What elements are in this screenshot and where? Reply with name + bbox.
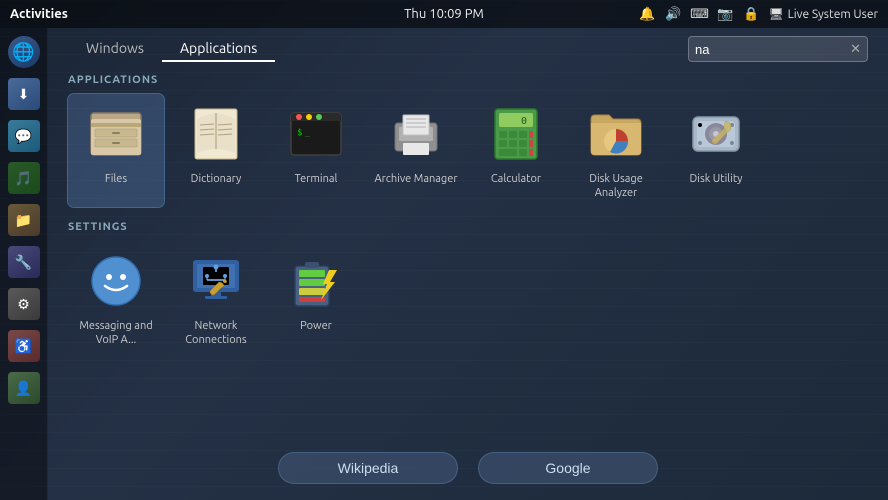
sidebar-item-user[interactable]: 👤 bbox=[4, 368, 44, 408]
tab-applications[interactable]: Applications bbox=[162, 36, 275, 62]
archive-icon-svg bbox=[387, 105, 445, 163]
preferences-icon: ⚙ bbox=[8, 288, 40, 320]
app-calculator[interactable]: 0 Calculator bbox=[468, 94, 564, 207]
applications-section-label: APPLICATIONS bbox=[68, 74, 868, 86]
app-power[interactable]: Power bbox=[268, 241, 364, 354]
power-icon-svg bbox=[287, 252, 345, 310]
disk-utility-icon-wrap bbox=[684, 102, 748, 166]
username: Live System User bbox=[788, 8, 878, 21]
tab-windows[interactable]: Windows bbox=[68, 36, 162, 62]
network-label: Network Connections bbox=[172, 319, 260, 348]
disk-utility-icon-svg bbox=[687, 105, 745, 163]
app-terminal[interactable]: $ _ Terminal bbox=[268, 94, 364, 207]
voip-icon-wrap bbox=[84, 249, 148, 313]
topbar-right: 🔔 🔊 ⌨ 📷 🔒 🖥 Live System User bbox=[638, 5, 878, 23]
files-label: Files bbox=[105, 172, 127, 186]
app-network[interactable]: Network Connections bbox=[168, 241, 264, 354]
files-icon-svg bbox=[87, 105, 145, 163]
sidebar-item-files[interactable]: 📁 bbox=[4, 200, 44, 240]
topbar: Activities Thu 10:09 PM 🔔 🔊 ⌨ 📷 🔒 🖥 Live… bbox=[0, 0, 888, 28]
sidebar-item-media[interactable]: 🎵 bbox=[4, 158, 44, 198]
sidebar-item-accessibility[interactable]: ♿ bbox=[4, 326, 44, 366]
volume-icon[interactable]: 🔊 bbox=[664, 5, 682, 23]
social-icon: 💬 bbox=[8, 120, 40, 152]
search-clear-button[interactable]: ✕ bbox=[846, 42, 861, 57]
voip-icon-svg bbox=[87, 252, 145, 310]
utilities-icon: 🔧 bbox=[8, 246, 40, 278]
svg-text:0: 0 bbox=[521, 116, 527, 127]
sidebar-item-downloader[interactable]: ⬇ bbox=[4, 74, 44, 114]
user-icon2: 👤 bbox=[8, 372, 40, 404]
search-input[interactable] bbox=[695, 42, 846, 57]
sidebar-item-browser[interactable]: 🌐 bbox=[4, 32, 44, 72]
power-label: Power bbox=[300, 319, 332, 333]
network-icon-wrap bbox=[184, 249, 248, 313]
keyboard-icon[interactable]: ⌨ bbox=[690, 5, 708, 23]
svg-text:$: $ bbox=[297, 128, 302, 138]
calculator-icon-wrap: 0 bbox=[484, 102, 548, 166]
applications-grid: Files Dictionary bbox=[68, 94, 868, 207]
camera-icon[interactable]: 📷 bbox=[716, 5, 734, 23]
app-archive-manager[interactable]: Archive Manager bbox=[368, 94, 464, 207]
archive-icon-wrap bbox=[384, 102, 448, 166]
browser-icon: 🌐 bbox=[8, 36, 40, 68]
disk-usage-icon-svg bbox=[587, 105, 645, 163]
datetime: Thu 10:09 PM bbox=[404, 7, 484, 21]
terminal-label: Terminal bbox=[295, 172, 338, 186]
disk-usage-icon-wrap bbox=[584, 102, 648, 166]
settings-section-label: SETTINGS bbox=[68, 221, 868, 233]
sidebar-item-preferences[interactable]: ⚙ bbox=[4, 284, 44, 324]
network-icon-svg bbox=[187, 252, 245, 310]
calculator-label: Calculator bbox=[491, 172, 541, 186]
dictionary-label: Dictionary bbox=[191, 172, 242, 186]
downloader-icon: ⬇ bbox=[8, 78, 40, 110]
main-content: Windows Applications ✕ APPLICATIONS bbox=[48, 28, 888, 500]
settings-grid: Messaging and VoIP A... bbox=[68, 241, 868, 354]
notification-icon[interactable]: 🔔 bbox=[638, 5, 656, 23]
sidebar: 🌐 ⬇ 💬 🎵 📁 🔧 ⚙ ♿ 👤 bbox=[0, 28, 48, 500]
archive-label: Archive Manager bbox=[374, 172, 457, 186]
sidebar-item-social[interactable]: 💬 bbox=[4, 116, 44, 156]
app-dictionary[interactable]: Dictionary bbox=[168, 94, 264, 207]
svg-text:_: _ bbox=[305, 128, 310, 137]
files-icon-wrap bbox=[84, 102, 148, 166]
disk-usage-label: Disk Usage Analyzer bbox=[572, 172, 660, 201]
terminal-icon-wrap: $ _ bbox=[284, 102, 348, 166]
user-icon: 🖥 bbox=[768, 7, 783, 21]
calculator-icon-svg: 0 bbox=[487, 105, 545, 163]
app-disk-utility[interactable]: Disk Utility bbox=[668, 94, 764, 207]
search-bar[interactable]: ✕ bbox=[688, 36, 868, 62]
files-icon: 📁 bbox=[8, 204, 40, 236]
voip-label: Messaging and VoIP A... bbox=[72, 319, 160, 348]
power-icon-wrap bbox=[284, 249, 348, 313]
app-disk-usage[interactable]: Disk Usage Analyzer bbox=[568, 94, 664, 207]
activities-button[interactable]: Activities bbox=[10, 7, 68, 21]
app-voip[interactable]: Messaging and VoIP A... bbox=[68, 241, 164, 354]
disk-utility-label: Disk Utility bbox=[690, 172, 743, 186]
lock-icon[interactable]: 🔒 bbox=[742, 5, 760, 23]
accessibility-icon: ♿ bbox=[8, 330, 40, 362]
dictionary-icon-wrap bbox=[184, 102, 248, 166]
user-menu[interactable]: 🖥 Live System User bbox=[768, 7, 878, 21]
dictionary-icon-svg bbox=[187, 105, 245, 163]
terminal-icon-svg: $ _ bbox=[287, 105, 345, 163]
app-files[interactable]: Files bbox=[68, 94, 164, 207]
media-icon: 🎵 bbox=[8, 162, 40, 194]
sidebar-item-utilities[interactable]: 🔧 bbox=[4, 242, 44, 282]
